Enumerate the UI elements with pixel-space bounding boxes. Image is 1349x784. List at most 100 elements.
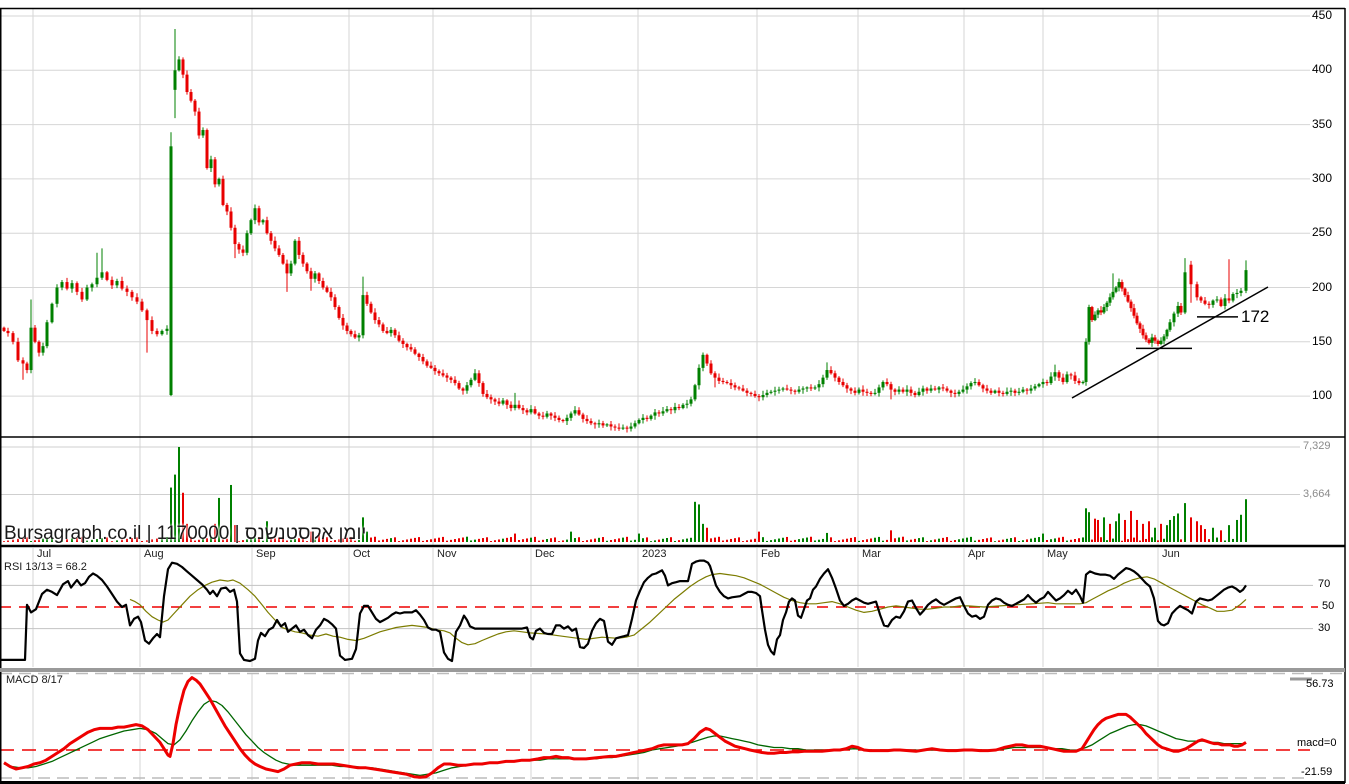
candle-body: [533, 409, 537, 414]
candle-body: [1126, 295, 1130, 302]
candle-body: [1087, 307, 1091, 342]
candle-body: [1207, 303, 1211, 305]
candle-body: [309, 271, 313, 279]
candle-body: [949, 390, 953, 393]
candle-body: [693, 385, 697, 400]
candle-body: [521, 408, 525, 411]
candle-body: [257, 208, 261, 223]
volume-bar: [646, 537, 648, 542]
candle-body: [865, 391, 869, 393]
volume-bar: [790, 540, 792, 542]
volume-bar: [442, 536, 444, 542]
volume-bar: [1212, 527, 1214, 542]
volume-bar: [642, 538, 644, 542]
volume-bar: [806, 537, 808, 542]
macd-min-label: -21.59: [1301, 766, 1333, 778]
candle-body: [140, 301, 144, 311]
volume-bar: [1018, 541, 1020, 542]
candle-body: [265, 220, 269, 234]
candle-body: [525, 410, 529, 413]
candle-body: [997, 390, 1001, 393]
volume-bar: [762, 537, 764, 542]
candle-body: [1029, 388, 1033, 391]
candle-body: [325, 287, 329, 292]
candle-body: [1102, 307, 1106, 313]
volume-bar: [682, 539, 684, 542]
rsi-tick-70: 70: [1318, 578, 1331, 591]
candle-body: [221, 178, 225, 205]
candle-body: [781, 388, 785, 390]
volume-bar: [1208, 539, 1210, 542]
candle-body: [861, 389, 865, 392]
volume-bar: [1157, 540, 1159, 542]
candle-body: [1219, 299, 1223, 306]
candle-body: [45, 322, 49, 347]
candle-body: [165, 328, 169, 331]
volume-bar: [474, 539, 476, 542]
volume-bar: [1085, 508, 1087, 542]
volume-bar: [454, 539, 456, 542]
candle-body: [917, 391, 921, 396]
candle-body: [469, 379, 473, 386]
volume-bar: [594, 538, 596, 542]
volume-bar: [506, 537, 508, 542]
candle-body: [1135, 315, 1139, 324]
price-annotation-172[interactable]: 172: [1241, 307, 1269, 327]
candle-body: [1045, 381, 1049, 384]
volume-bar: [478, 538, 480, 542]
candle-body: [433, 367, 437, 372]
candle-body: [253, 208, 257, 221]
volume-bar: [1160, 523, 1162, 542]
month-label-Oct: Oct: [353, 548, 371, 560]
volume-bar: [1106, 540, 1108, 542]
month-label-Sep: Sep: [256, 548, 276, 560]
rsi-signal-line: [129, 572, 1247, 646]
candle-body: [573, 410, 577, 414]
candle-body: [37, 341, 41, 353]
volume-bar: [446, 540, 448, 542]
volume-bar: [786, 536, 788, 542]
volume-bar: [1130, 510, 1132, 542]
candle-body: [797, 389, 801, 392]
candle-body: [765, 392, 769, 396]
volume-bar: [1054, 538, 1056, 542]
month-label-Jul: Jul: [37, 548, 52, 560]
candle-body: [1147, 339, 1151, 343]
candle-body: [813, 387, 817, 389]
candle-body: [777, 389, 781, 391]
volume-bar: [798, 539, 800, 542]
price-tick-100: 100: [1312, 388, 1333, 403]
chart-canvas[interactable]: [0, 0, 1349, 784]
volume-bar: [858, 540, 860, 542]
volume-bar: [522, 539, 524, 542]
volume-bar: [422, 540, 424, 542]
volume-bar: [1002, 539, 1004, 542]
candle-body: [665, 409, 669, 412]
candle-body: [517, 404, 521, 409]
candle-body: [681, 404, 685, 409]
volume-bar: [1014, 537, 1016, 542]
candle-body: [1179, 305, 1183, 313]
volume-bar: [922, 537, 924, 542]
volume-bar: [386, 538, 388, 542]
vol-tick-3,664: 3,664: [1303, 487, 1331, 500]
candle-body: [493, 399, 497, 402]
candle-body: [497, 401, 501, 404]
volume-bar: [1100, 537, 1102, 542]
volume-bar: [1133, 537, 1135, 542]
candle-body: [801, 388, 805, 390]
volume-bar: [710, 538, 712, 542]
volume-bar: [702, 523, 704, 542]
candle-body: [21, 360, 25, 364]
volume-bar: [1091, 539, 1093, 542]
month-label-Aug: Aug: [144, 548, 164, 560]
candle-body: [965, 386, 969, 390]
volume-bar: [730, 538, 732, 542]
volume-bar: [662, 538, 664, 542]
volume-bar: [1103, 517, 1105, 542]
candle-body: [745, 390, 749, 393]
candle-body: [233, 227, 237, 245]
candle-body: [1073, 375, 1077, 381]
candle-body: [90, 284, 94, 288]
candle-body: [645, 417, 649, 419]
